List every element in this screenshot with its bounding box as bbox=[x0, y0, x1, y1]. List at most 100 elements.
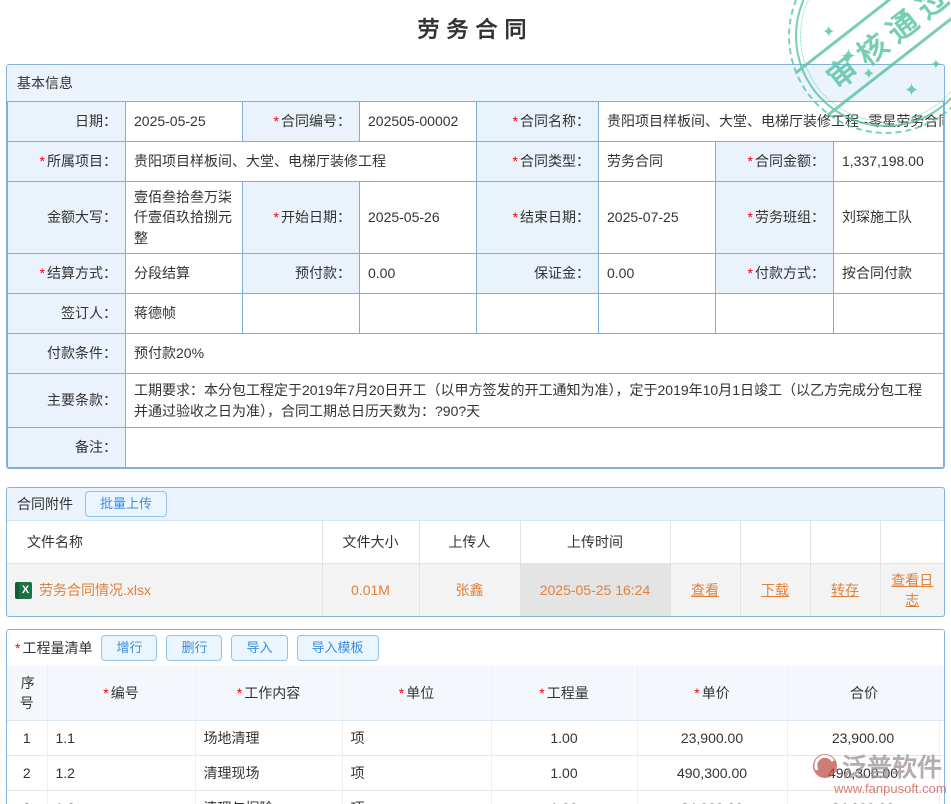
col-header-action bbox=[810, 521, 880, 564]
download-link[interactable]: 下载 bbox=[761, 582, 789, 598]
boq-qty: 1.00 bbox=[491, 756, 637, 791]
label-contract-name: *合同名称： bbox=[477, 102, 599, 142]
label-prepayment: 预付款： bbox=[243, 254, 360, 294]
label-payment-terms: 付款条件： bbox=[8, 334, 126, 374]
boq-content: 场地清理 bbox=[195, 721, 342, 756]
boq-qty: 1.00 bbox=[491, 721, 637, 756]
basic-info-section: 基本信息 日期： 2025-05-25 *合同编号： 202505-00002 … bbox=[6, 64, 945, 469]
delete-row-button[interactable]: 删行 bbox=[166, 635, 222, 661]
col-header-file-name: 文件名称 bbox=[7, 521, 322, 564]
attachments-table: 文件名称 文件大小 上传人 上传时间 X 劳务合同情况.xlsx 0.01M 张… bbox=[7, 521, 944, 617]
col-header-qty: *工程量 bbox=[491, 666, 637, 721]
value-contract-type: 劳务合同 bbox=[599, 142, 716, 182]
value-start-date: 2025-05-26 bbox=[360, 182, 477, 254]
value-contract-amount: 1,337,198.00 bbox=[834, 142, 944, 182]
value-settlement: 分段结算 bbox=[126, 254, 243, 294]
table-gutter bbox=[939, 721, 944, 756]
boq-section-title: *工程量清单 bbox=[15, 638, 92, 658]
boq-section: *工程量清单 增行 删行 导入 导入模板 序号 *编号 *工作内容 *单位 *工… bbox=[6, 629, 945, 804]
empty-cell bbox=[360, 294, 477, 334]
view-log-link[interactable]: 查看日志 bbox=[891, 572, 933, 608]
basic-info-section-title: 基本信息 bbox=[7, 65, 944, 101]
import-button[interactable]: 导入 bbox=[231, 635, 287, 661]
label-project: *所属项目： bbox=[8, 142, 126, 182]
col-header-total: 合价 bbox=[787, 666, 939, 721]
col-header-action bbox=[740, 521, 810, 564]
boq-unit: 项 bbox=[342, 756, 491, 791]
boq-code: 1.2 bbox=[47, 756, 195, 791]
label-start-date: *开始日期： bbox=[243, 182, 360, 254]
col-header-file-size: 文件大小 bbox=[322, 521, 419, 564]
boq-code: 1.3 bbox=[47, 791, 195, 804]
attachment-file-link[interactable]: 劳务合同情况.xlsx bbox=[39, 580, 151, 600]
attachment-name-cell: X 劳务合同情况.xlsx bbox=[7, 564, 322, 617]
boq-header: *工程量清单 增行 删行 导入 导入模板 bbox=[7, 630, 944, 666]
label-contract-amount: *合同金额： bbox=[716, 142, 834, 182]
label-main-terms: 主要条款： bbox=[8, 374, 126, 428]
value-amount-words: 壹佰叁拾叁万柒仟壹佰玖拾捌元整 bbox=[126, 182, 243, 254]
col-header-no: 序号 bbox=[7, 666, 47, 721]
save-as-link[interactable]: 转存 bbox=[831, 582, 859, 598]
attachments-section: 合同附件 批量上传 文件名称 文件大小 上传人 上传时间 X bbox=[6, 487, 945, 617]
boq-row: 3 1.3 清理与掘除 项 1.00 34,990.00 34,990.00 bbox=[7, 791, 944, 804]
boq-price: 490,300.00 bbox=[637, 756, 787, 791]
boq-price: 23,900.00 bbox=[637, 721, 787, 756]
col-header-action bbox=[670, 521, 740, 564]
value-prepayment: 0.00 bbox=[360, 254, 477, 294]
boq-row: 2 1.2 清理现场 项 1.00 490,300.00 490,300.00 bbox=[7, 756, 944, 791]
col-header-upload-time: 上传时间 bbox=[520, 521, 670, 564]
boq-total: 490,300.00 bbox=[787, 756, 939, 791]
empty-cell bbox=[834, 294, 944, 334]
empty-cell bbox=[243, 294, 360, 334]
value-payment-method: 按合同付款 bbox=[834, 254, 944, 294]
value-deposit: 0.00 bbox=[599, 254, 716, 294]
attachment-uploader: 张鑫 bbox=[419, 564, 520, 617]
label-payment-method: *付款方式： bbox=[716, 254, 834, 294]
col-header-action bbox=[880, 521, 944, 564]
boq-price: 34,990.00 bbox=[637, 791, 787, 804]
label-deposit: 保证金： bbox=[477, 254, 599, 294]
attachment-row: X 劳务合同情况.xlsx 0.01M 张鑫 2025-05-25 16:24 … bbox=[7, 564, 944, 617]
boq-no: 3 bbox=[7, 791, 47, 804]
labor-contract-page: 劳务合同 基本信息 日期： 2025-05-25 *合同编号： 202505-0… bbox=[0, 0, 951, 804]
excel-file-icon: X bbox=[15, 582, 32, 599]
value-contract-no: 202505-00002 bbox=[360, 102, 477, 142]
table-gutter bbox=[939, 666, 944, 721]
batch-upload-button[interactable]: 批量上传 bbox=[85, 491, 167, 517]
boq-code: 1.1 bbox=[47, 721, 195, 756]
value-labor-team: 刘琛施工队 bbox=[834, 182, 944, 254]
label-signer: 签订人： bbox=[8, 294, 126, 334]
table-gutter bbox=[939, 791, 944, 804]
table-gutter bbox=[939, 756, 944, 791]
empty-cell bbox=[716, 294, 834, 334]
boq-qty: 1.00 bbox=[491, 791, 637, 804]
label-end-date: *结束日期： bbox=[477, 182, 599, 254]
boq-row: 1 1.1 场地清理 项 1.00 23,900.00 23,900.00 bbox=[7, 721, 944, 756]
boq-no: 1 bbox=[7, 721, 47, 756]
boq-unit: 项 bbox=[342, 791, 491, 804]
label-labor-team: *劳务班组： bbox=[716, 182, 834, 254]
add-row-button[interactable]: 增行 bbox=[101, 635, 157, 661]
col-header-content: *工作内容 bbox=[195, 666, 342, 721]
attachment-upload-time: 2025-05-25 16:24 bbox=[520, 564, 670, 617]
empty-cell bbox=[599, 294, 716, 334]
col-header-price: *单价 bbox=[637, 666, 787, 721]
label-settlement: *结算方式： bbox=[8, 254, 126, 294]
value-end-date: 2025-07-25 bbox=[599, 182, 716, 254]
boq-table: 序号 *编号 *工作内容 *单位 *工程量 *单价 合价 1 1.1 场地清理 … bbox=[7, 666, 944, 804]
attachments-section-title: 合同附件 bbox=[17, 494, 73, 514]
label-date: 日期： bbox=[8, 102, 126, 142]
view-link[interactable]: 查看 bbox=[691, 582, 719, 598]
value-signer: 蒋德帧 bbox=[126, 294, 243, 334]
label-contract-type: *合同类型： bbox=[477, 142, 599, 182]
value-main-terms: 工期要求：本分包工程定于2019年7月20日开工（以甲方签发的开工通知为准），定… bbox=[126, 374, 944, 428]
boq-total: 34,990.00 bbox=[787, 791, 939, 804]
label-contract-no: *合同编号： bbox=[243, 102, 360, 142]
import-template-button[interactable]: 导入模板 bbox=[297, 635, 379, 661]
attachment-size: 0.01M bbox=[322, 564, 419, 617]
col-header-code: *编号 bbox=[47, 666, 195, 721]
value-contract-name: 贵阳项目样板间、大堂、电梯厅装修工程--零星劳务合同 bbox=[599, 102, 944, 142]
boq-content: 清理现场 bbox=[195, 756, 342, 791]
value-date: 2025-05-25 bbox=[126, 102, 243, 142]
boq-unit: 项 bbox=[342, 721, 491, 756]
